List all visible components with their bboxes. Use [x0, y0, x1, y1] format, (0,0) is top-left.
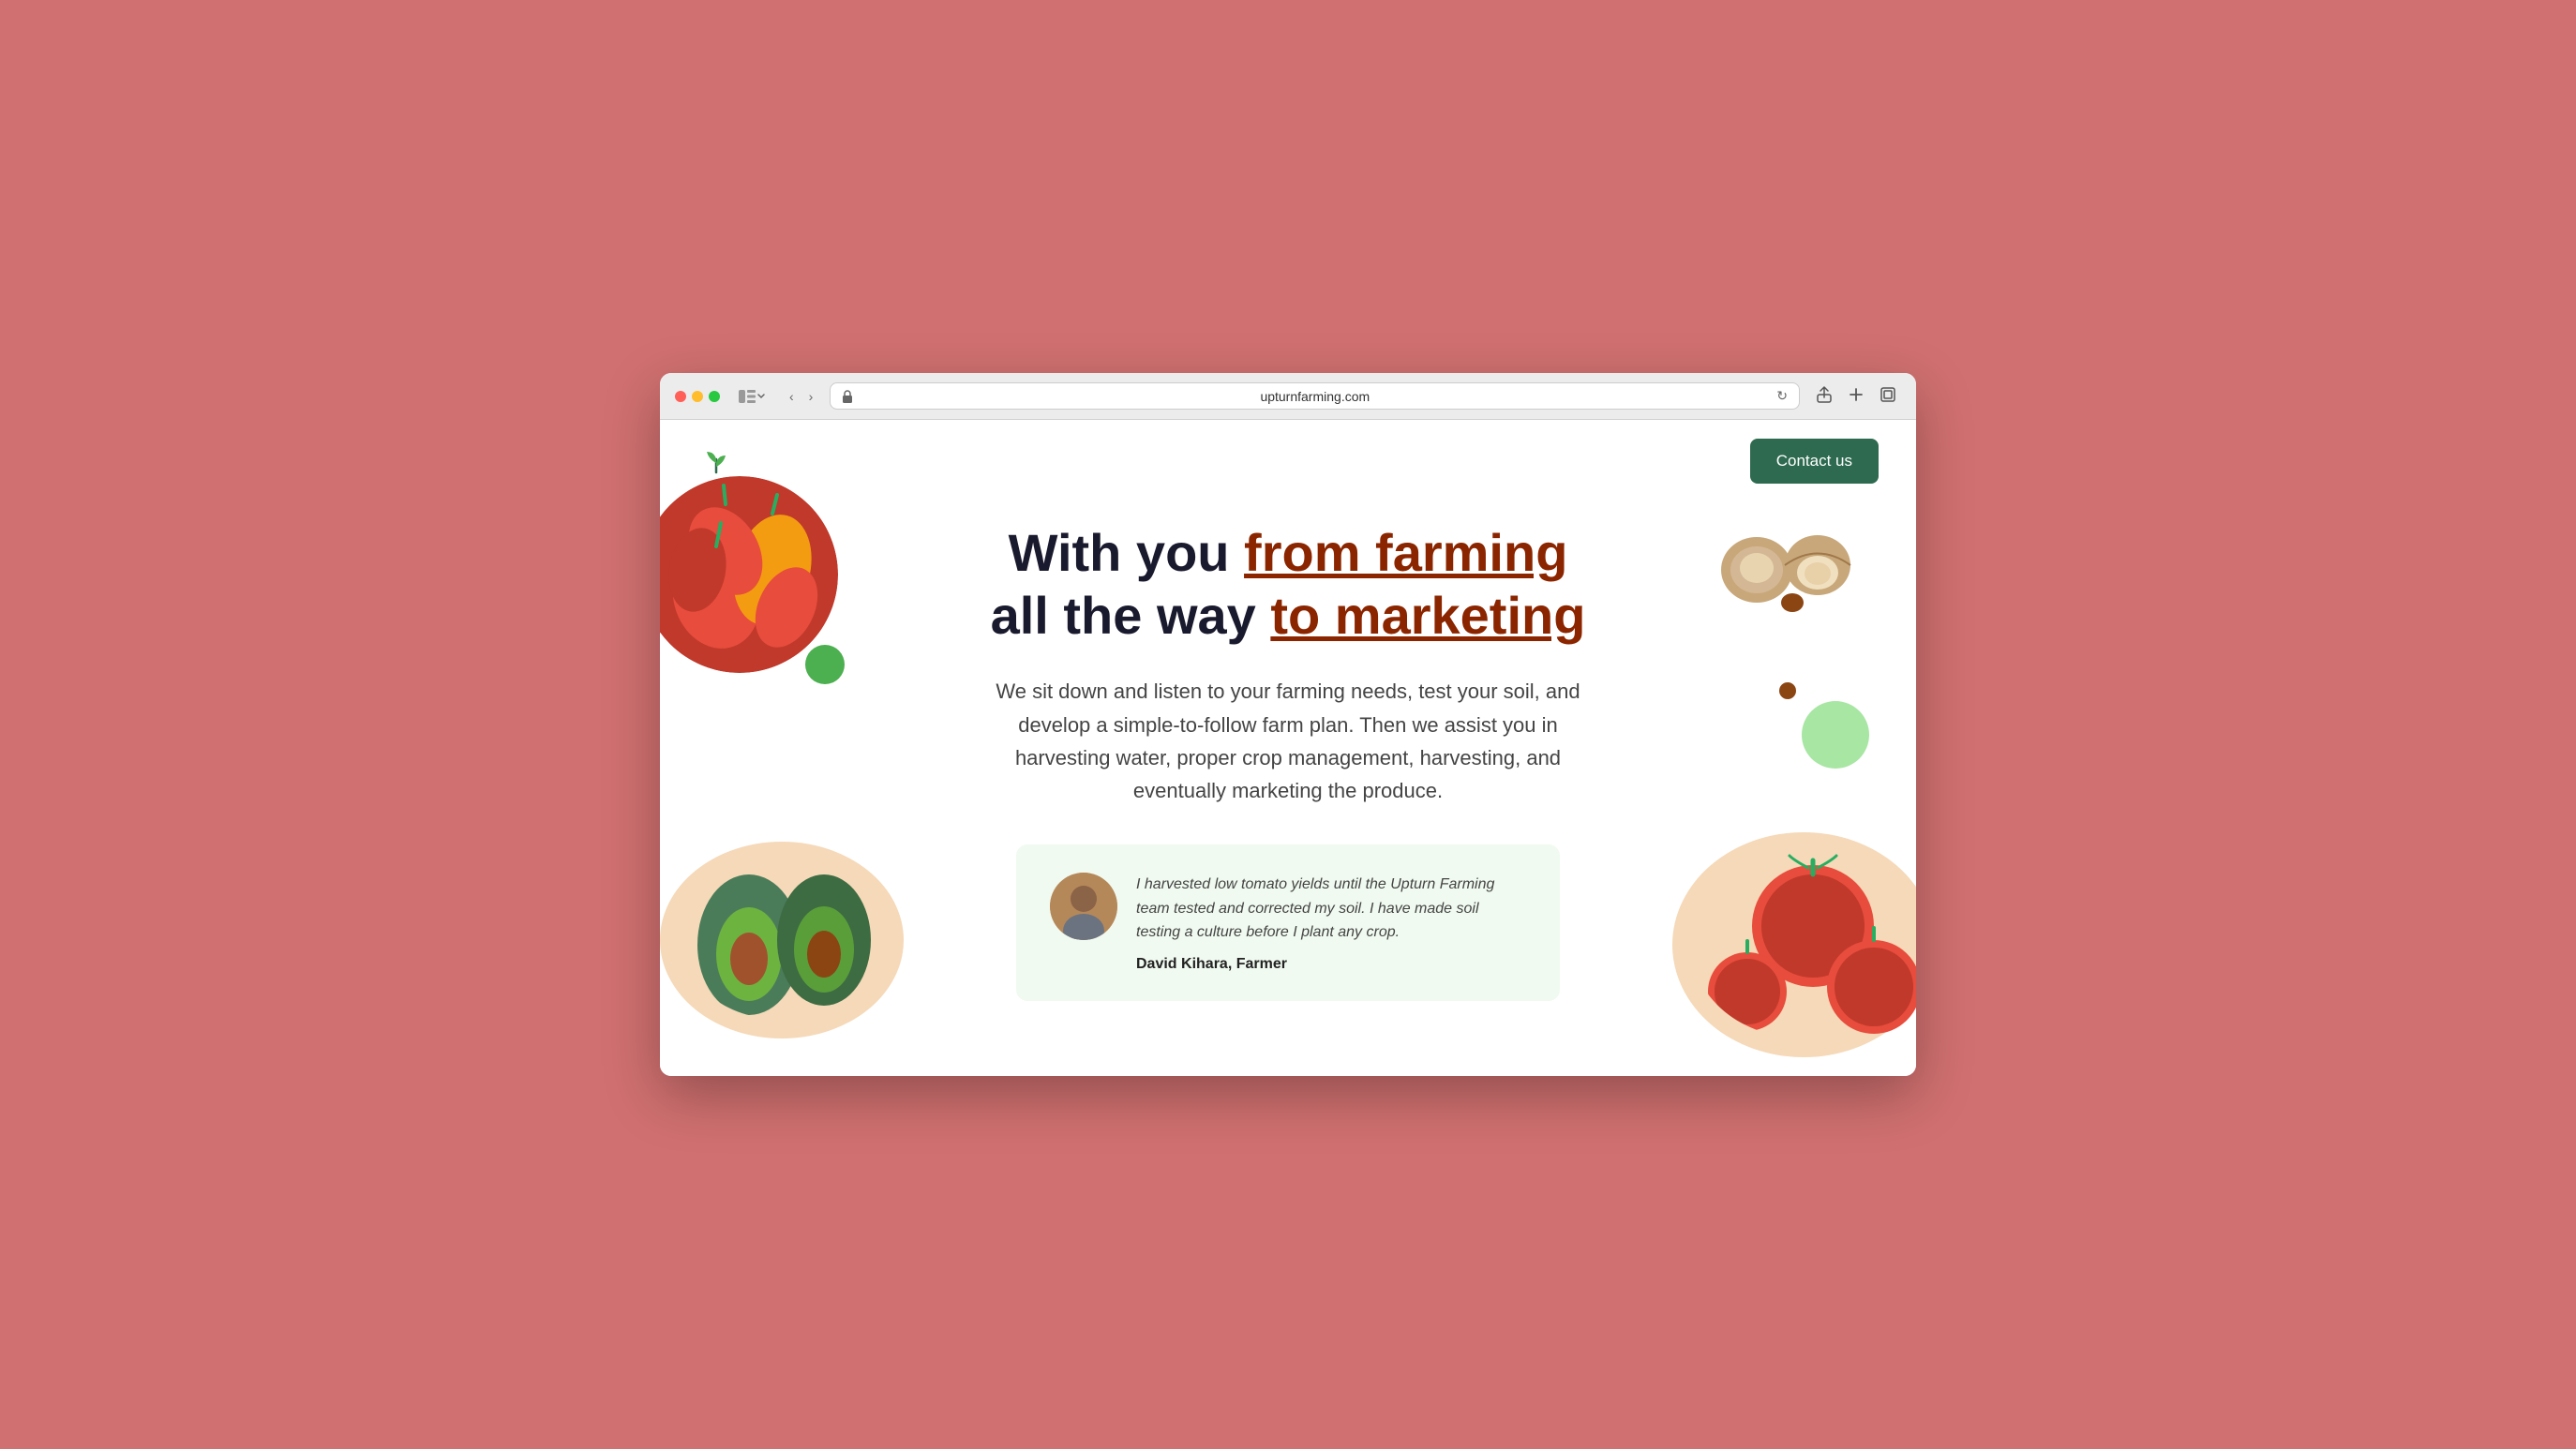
- traffic-light-yellow[interactable]: [692, 391, 703, 402]
- testimonial-author: David Kihara, Farmer: [1136, 956, 1526, 973]
- hero-description: We sit down and listen to your farming n…: [969, 675, 1607, 807]
- title-highlight2: to marketing: [1270, 586, 1585, 645]
- browser-chrome: ‹ › upturnfarming.com ↻: [660, 373, 1916, 420]
- hero-section: With you from farming all the way to mar…: [660, 502, 1916, 1001]
- back-button[interactable]: ‹: [784, 385, 800, 408]
- address-bar[interactable]: upturnfarming.com ↻: [830, 382, 1800, 410]
- secure-icon: [842, 390, 853, 403]
- share-button[interactable]: [1811, 382, 1837, 410]
- url-text: upturnfarming.com: [859, 389, 1771, 404]
- contact-button[interactable]: Contact us: [1750, 439, 1879, 484]
- logo-icon: [697, 442, 735, 480]
- browser-nav-controls: ‹ ›: [784, 385, 818, 408]
- traffic-light-red[interactable]: [675, 391, 686, 402]
- testimonial-avatar: [1050, 873, 1117, 940]
- navigation: Contact us: [660, 420, 1916, 502]
- logo: [697, 442, 735, 480]
- tabs-button[interactable]: [1875, 383, 1901, 409]
- hero-title: With you from farming all the way to mar…: [716, 521, 1860, 647]
- new-tab-button[interactable]: [1843, 383, 1869, 409]
- reload-button[interactable]: ↻: [1776, 388, 1788, 404]
- testimonial-content: I harvested low tomato yields until the …: [1136, 873, 1526, 973]
- traffic-light-green[interactable]: [709, 391, 720, 402]
- browser-right-controls: [1811, 382, 1901, 410]
- testimonial-card: I harvested low tomato yields until the …: [1016, 844, 1560, 1001]
- website-content: Contact us With you from farming all the…: [660, 420, 1916, 1076]
- browser-window: ‹ › upturnfarming.com ↻: [660, 373, 1916, 1076]
- title-highlight1: from farming: [1244, 523, 1567, 582]
- title-part2: all the way: [991, 586, 1271, 645]
- testimonial-quote: I harvested low tomato yields until the …: [1136, 873, 1526, 945]
- traffic-lights: [675, 391, 720, 402]
- title-part1: With you: [1009, 523, 1244, 582]
- sidebar-button[interactable]: [731, 386, 772, 407]
- forward-button[interactable]: ›: [803, 385, 819, 408]
